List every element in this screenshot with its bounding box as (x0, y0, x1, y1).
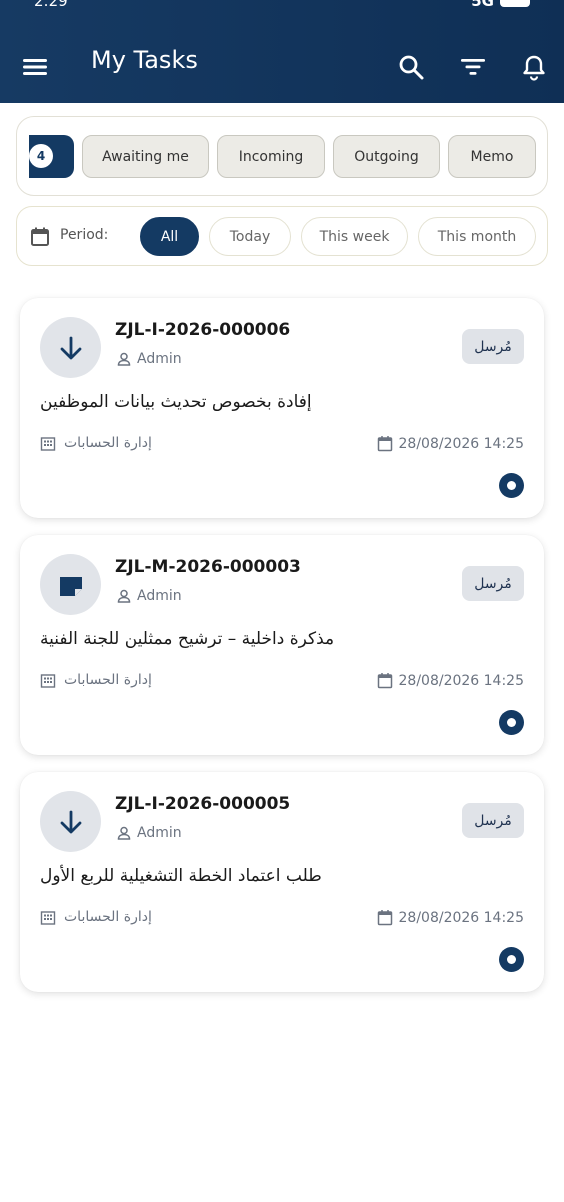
task-department-name: إدارة الحسابات (64, 909, 152, 925)
building-icon (40, 437, 56, 451)
period-label: Period: (60, 227, 109, 243)
category-tabs: 4 Awaiting me Incoming Outgoing Memo (16, 116, 548, 196)
status-badge: مُرسل (462, 329, 524, 364)
app-bar: 2:29 5G My Tasks (0, 0, 564, 103)
period-chip-this-month[interactable]: This month (418, 217, 536, 256)
arrow-down-icon (40, 791, 101, 852)
task-subject: إفادة بخصوص تحديث بيانات الموظفين (40, 392, 312, 412)
task-datetime: 28/08/2026 14:25 (398, 672, 525, 689)
building-icon (40, 911, 56, 925)
select-radio[interactable] (499, 947, 524, 972)
task-datetime: 28/08/2026 14:25 (398, 435, 525, 452)
task-date: 28/08/2026 14:25 (377, 672, 525, 689)
user-icon (117, 589, 131, 603)
status-badge: مُرسل (462, 566, 524, 601)
notifications-icon[interactable] (519, 52, 549, 82)
task-user: Admin (117, 825, 182, 841)
menu-icon[interactable] (20, 52, 50, 82)
calendar-icon (377, 910, 392, 926)
task-reference: ZJL-I-2026-000006 (115, 320, 291, 340)
task-department-name: إدارة الحسابات (64, 435, 152, 451)
task-reference: ZJL-M-2026-000003 (115, 557, 301, 577)
tab-memo[interactable]: Memo (448, 135, 536, 178)
status-indicators: 5G (471, 0, 530, 10)
task-department-name: إدارة الحسابات (64, 672, 152, 688)
period-chip-all[interactable]: All (140, 217, 199, 256)
status-time: 2:29 (34, 0, 68, 10)
task-card[interactable]: ZJL-I-2026-000005 Admin مُرسل طلب اعتماد… (20, 772, 544, 992)
arrow-down-icon (40, 317, 101, 378)
task-datetime: 28/08/2026 14:25 (398, 909, 525, 926)
task-user-name: Admin (137, 351, 182, 367)
task-user: Admin (117, 351, 182, 367)
task-subject: طلب اعتماد الخطة التشغيلية للربع الأول (40, 866, 322, 886)
calendar-icon (377, 673, 392, 689)
task-reference: ZJL-I-2026-000005 (115, 794, 291, 814)
select-radio[interactable] (499, 473, 524, 498)
period-chip-today[interactable]: Today (209, 217, 291, 256)
tab-count-badge: 4 (29, 144, 53, 168)
task-user-name: Admin (137, 825, 182, 841)
building-icon (40, 674, 56, 688)
user-icon (117, 826, 131, 840)
period-chip-this-week[interactable]: This week (301, 217, 408, 256)
page-title: My Tasks (91, 46, 198, 74)
task-card[interactable]: ZJL-M-2026-000003 Admin مُرسل مذكرة داخل… (20, 535, 544, 755)
period-filter: Period: All Today This week This month (16, 206, 548, 266)
task-card[interactable]: ZJL-I-2026-000006 Admin مُرسل إفادة بخصو… (20, 298, 544, 518)
tab-all[interactable]: 4 (29, 135, 74, 178)
task-date: 28/08/2026 14:25 (377, 435, 525, 452)
task-subject: مذكرة داخلية – ترشيح ممثلين للجنة الفنية (40, 629, 335, 649)
search-icon[interactable] (396, 52, 426, 82)
battery-icon (500, 0, 530, 7)
task-department: إدارة الحسابات (40, 672, 152, 688)
task-department: إدارة الحسابات (40, 909, 152, 925)
note-icon (40, 554, 101, 615)
task-user: Admin (117, 588, 182, 604)
tab-outgoing[interactable]: Outgoing (333, 135, 440, 178)
calendar-icon (377, 436, 392, 452)
select-radio[interactable] (499, 710, 524, 735)
calendar-icon (30, 226, 50, 248)
filter-icon[interactable] (458, 52, 488, 82)
tab-awaiting-me[interactable]: Awaiting me (82, 135, 209, 178)
task-department: إدارة الحسابات (40, 435, 152, 451)
signal-label: 5G (471, 0, 494, 10)
user-icon (117, 352, 131, 366)
task-user-name: Admin (137, 588, 182, 604)
tab-incoming[interactable]: Incoming (217, 135, 325, 178)
task-date: 28/08/2026 14:25 (377, 909, 525, 926)
status-badge: مُرسل (462, 803, 524, 838)
